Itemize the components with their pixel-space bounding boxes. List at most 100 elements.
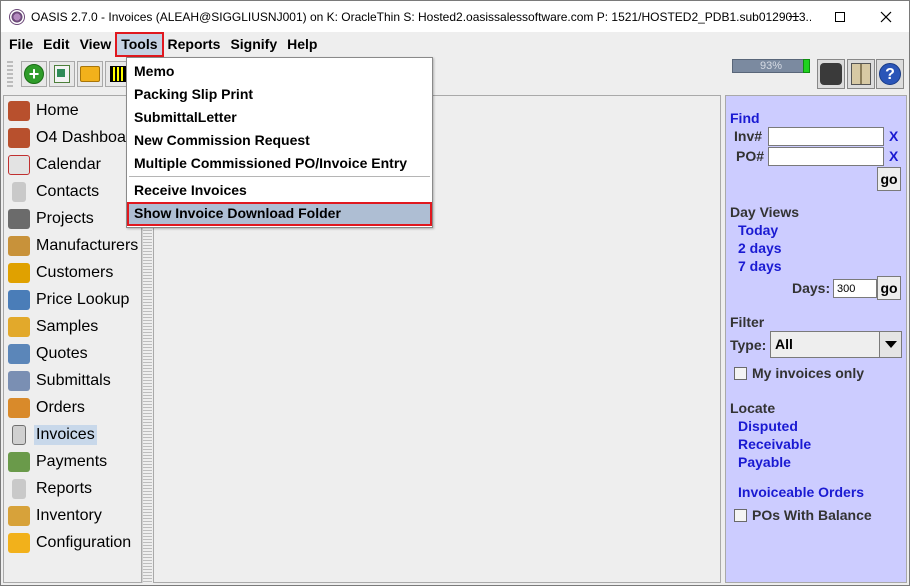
toolbar-grip[interactable] <box>7 61 13 89</box>
find-heading: Find <box>730 110 760 126</box>
clear-po-button[interactable]: X <box>889 148 898 164</box>
my-invoices-only-checkbox[interactable]: My invoices only <box>734 365 864 381</box>
nav-o4-dashboard[interactable]: O4 Dashboard <box>4 125 141 151</box>
folder-icon <box>80 66 100 82</box>
my-invoices-only-label: My invoices only <box>752 365 865 381</box>
cobra-button[interactable] <box>817 59 845 89</box>
menu-file[interactable]: File <box>4 33 38 56</box>
tools-menu-dropdown: Memo Packing Slip Print SubmittalLetter … <box>126 57 433 228</box>
nav-invoices[interactable]: Invoices <box>4 422 141 448</box>
menu-bar: File Edit View Tools Reports Signify Hel… <box>1 32 909 57</box>
pos-with-balance-checkbox[interactable]: POs With Balance <box>734 507 872 523</box>
type-select-arrow[interactable] <box>879 332 901 357</box>
nav-submittals[interactable]: Submittals <box>4 368 141 394</box>
nav-label: Quotes <box>36 345 88 362</box>
samples-icon <box>8 317 30 337</box>
inv-label: Inv# <box>734 128 763 144</box>
nav-samples[interactable]: Samples <box>4 314 141 340</box>
calendar-icon <box>8 155 30 175</box>
nav-reports[interactable]: Reports <box>4 476 141 502</box>
maximize-icon <box>835 11 845 22</box>
chevron-down-icon <box>884 341 897 348</box>
new-button[interactable]: + <box>21 61 47 87</box>
payments-icon <box>8 452 30 472</box>
menu-help[interactable]: Help <box>282 33 322 56</box>
po-number-input[interactable] <box>768 147 884 166</box>
nav-label: Home <box>36 102 79 119</box>
book-icon <box>851 63 871 85</box>
menu-tools[interactable]: Tools <box>115 32 164 57</box>
inv-number-input[interactable] <box>768 127 884 146</box>
menu-edit[interactable]: Edit <box>38 33 74 56</box>
nav-payments[interactable]: Payments <box>4 449 141 475</box>
nav-label: Calendar <box>36 156 101 173</box>
type-select[interactable]: All <box>770 331 902 358</box>
clear-inv-button[interactable]: X <box>889 128 898 144</box>
menu-item-new-commission-request[interactable]: New Commission Request <box>127 129 432 152</box>
nav-projects[interactable]: Projects <box>4 206 141 232</box>
menu-item-receive-invoices[interactable]: Receive Invoices <box>127 179 432 202</box>
nav-home[interactable]: Home <box>4 98 141 124</box>
open-folder-button[interactable] <box>77 61 103 87</box>
manufacturers-icon <box>8 236 30 256</box>
seven-days-link[interactable]: 7 days <box>738 258 782 274</box>
menu-item-multiple-commissioned-po-invoice-entry[interactable]: Multiple Commissioned PO/Invoice Entry <box>127 152 432 175</box>
payable-link[interactable]: Payable <box>738 454 791 470</box>
orders-icon <box>8 398 30 418</box>
minimize-button[interactable] <box>771 1 817 32</box>
reports-icon <box>12 479 26 499</box>
nav-label: Invoices <box>34 425 97 445</box>
maximize-button[interactable] <box>817 1 863 32</box>
days-label: Days: <box>792 280 831 296</box>
menu-item-submittal-letter[interactable]: SubmittalLetter <box>127 106 432 129</box>
nav-price-lookup[interactable]: Price Lookup <box>4 287 141 313</box>
nav-inventory[interactable]: Inventory <box>4 503 141 529</box>
menu-item-packing-slip-print[interactable]: Packing Slip Print <box>127 83 432 106</box>
memory-indicator <box>803 59 810 73</box>
memory-usage-bar: 93% <box>732 59 810 73</box>
nav-customers[interactable]: Customers <box>4 260 141 286</box>
menu-signify[interactable]: Signify <box>225 33 282 56</box>
app-logo-icon <box>9 8 25 25</box>
menu-view[interactable]: View <box>75 33 117 56</box>
barcode-icon <box>110 66 126 82</box>
days-go-button[interactable]: go <box>877 276 901 300</box>
menu-reports[interactable]: Reports <box>163 33 226 56</box>
help-button[interactable]: ? <box>876 59 904 89</box>
minimize-icon <box>789 16 799 17</box>
menu-item-memo[interactable]: Memo <box>127 60 432 83</box>
checkbox-box[interactable] <box>734 508 747 522</box>
nav-configuration[interactable]: Configuration <box>4 530 141 556</box>
nav-label: Configuration <box>36 534 132 551</box>
receivable-link[interactable]: Receivable <box>738 436 811 452</box>
nav-contacts[interactable]: Contacts <box>4 179 141 205</box>
checkbox-box[interactable] <box>734 366 747 380</box>
nav-label: Payments <box>36 453 108 470</box>
submittals-icon <box>8 371 30 391</box>
help-icon: ? <box>879 63 901 85</box>
nav-calendar[interactable]: Calendar <box>4 152 141 178</box>
invoices-icon <box>12 425 26 445</box>
nav-label: Customers <box>36 264 114 281</box>
pos-with-balance-label: POs With Balance <box>752 507 872 523</box>
close-button[interactable] <box>863 1 909 32</box>
disputed-link[interactable]: Disputed <box>738 418 798 434</box>
spreadsheet-icon <box>54 65 70 83</box>
invoiceable-orders-link[interactable]: Invoiceable Orders <box>738 484 864 500</box>
nav-label: Projects <box>36 210 94 227</box>
find-go-button[interactable]: go <box>877 167 901 191</box>
quotes-icon <box>8 344 30 364</box>
manual-button[interactable] <box>847 59 875 89</box>
spreadsheet-button[interactable] <box>49 61 75 87</box>
today-link[interactable]: Today <box>738 222 778 238</box>
nav-quotes[interactable]: Quotes <box>4 341 141 367</box>
nav-orders[interactable]: Orders <box>4 395 141 421</box>
nav-label: Manufacturers <box>36 237 139 254</box>
days-input[interactable] <box>833 279 877 298</box>
menu-item-show-invoice-download-folder[interactable]: Show Invoice Download Folder <box>127 202 432 226</box>
two-days-link[interactable]: 2 days <box>738 240 782 256</box>
nav-label: Reports <box>36 480 93 497</box>
type-label: Type: <box>730 337 767 353</box>
nav-label: Inventory <box>36 507 102 524</box>
nav-manufacturers[interactable]: Manufacturers <box>4 233 141 259</box>
